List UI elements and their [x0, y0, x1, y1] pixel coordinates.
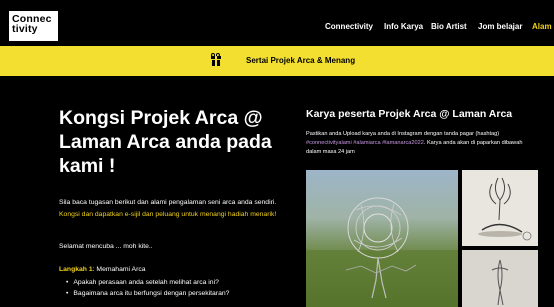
step-title: : Memahami Arca — [92, 266, 146, 273]
nav-link-alam[interactable]: Alam — [532, 22, 552, 31]
intro-paragraph: Sila baca tugasan berikut dan alami peng… — [59, 197, 289, 220]
intro-text: Sila baca tugasan berikut dan alami peng… — [59, 199, 277, 206]
wire-tree-image — [478, 177, 532, 241]
gallery-title: Karya peserta Projek Arca @ Laman Arca — [306, 108, 513, 120]
gallery-photo-wire-figure[interactable] — [462, 250, 538, 307]
promo-banner-text: Sertai Projek Arca & Menang — [246, 56, 356, 65]
hashtag-links[interactable]: #connectivityalami #alamiarca #lamanarca… — [306, 140, 424, 146]
list-item: Bagaimana arca itu berfungsi dengan pers… — [66, 288, 229, 299]
list-item: Apakah perasaan anda setelah melihat arc… — [66, 277, 229, 288]
top-navigation-bar: Connec tivity Connectivity Info Karya Bi… — [0, 0, 554, 46]
promo-banner[interactable]: Sertai Projek Arca & Menang — [0, 46, 554, 76]
intro-highlight-text: Kongsi dan dapatkan e-sijil dan peluang … — [59, 210, 277, 218]
nav-link-info-karya[interactable]: Info Karya — [384, 22, 423, 31]
gallery-description-text: Pastikan anda Upload karya anda di Insta… — [306, 131, 500, 137]
hero-title: Kongsi Projek Arca @ Laman Arca anda pad… — [59, 107, 272, 177]
greeting-text: Selamat mencuba ... moh kite.. — [59, 243, 153, 250]
step-question-list: Apakah perasaan anda setelah melihat arc… — [66, 277, 229, 299]
nav-link-connectivity[interactable]: Connectivity — [325, 22, 373, 31]
site-logo[interactable]: Connec tivity — [9, 11, 58, 41]
wire-figure-image — [491, 259, 509, 306]
gift-icon — [211, 53, 221, 66]
step-heading: Langkah 1: Memahami Arca — [59, 266, 146, 273]
logo-text-line-2: tivity — [12, 23, 38, 35]
nav-link-bio-artist[interactable]: Bio Artist — [431, 22, 467, 31]
step-label: Langkah 1 — [59, 266, 93, 273]
gallery-description: Pastikan anda Upload karya anda di Insta… — [306, 130, 538, 157]
wire-sculpture-image — [306, 197, 458, 307]
nav-link-jom-belajar[interactable]: Jom belajar — [478, 22, 522, 31]
gallery-photo-wire-sculpture[interactable] — [306, 170, 458, 307]
gallery-photo-wire-tree[interactable] — [462, 170, 538, 246]
